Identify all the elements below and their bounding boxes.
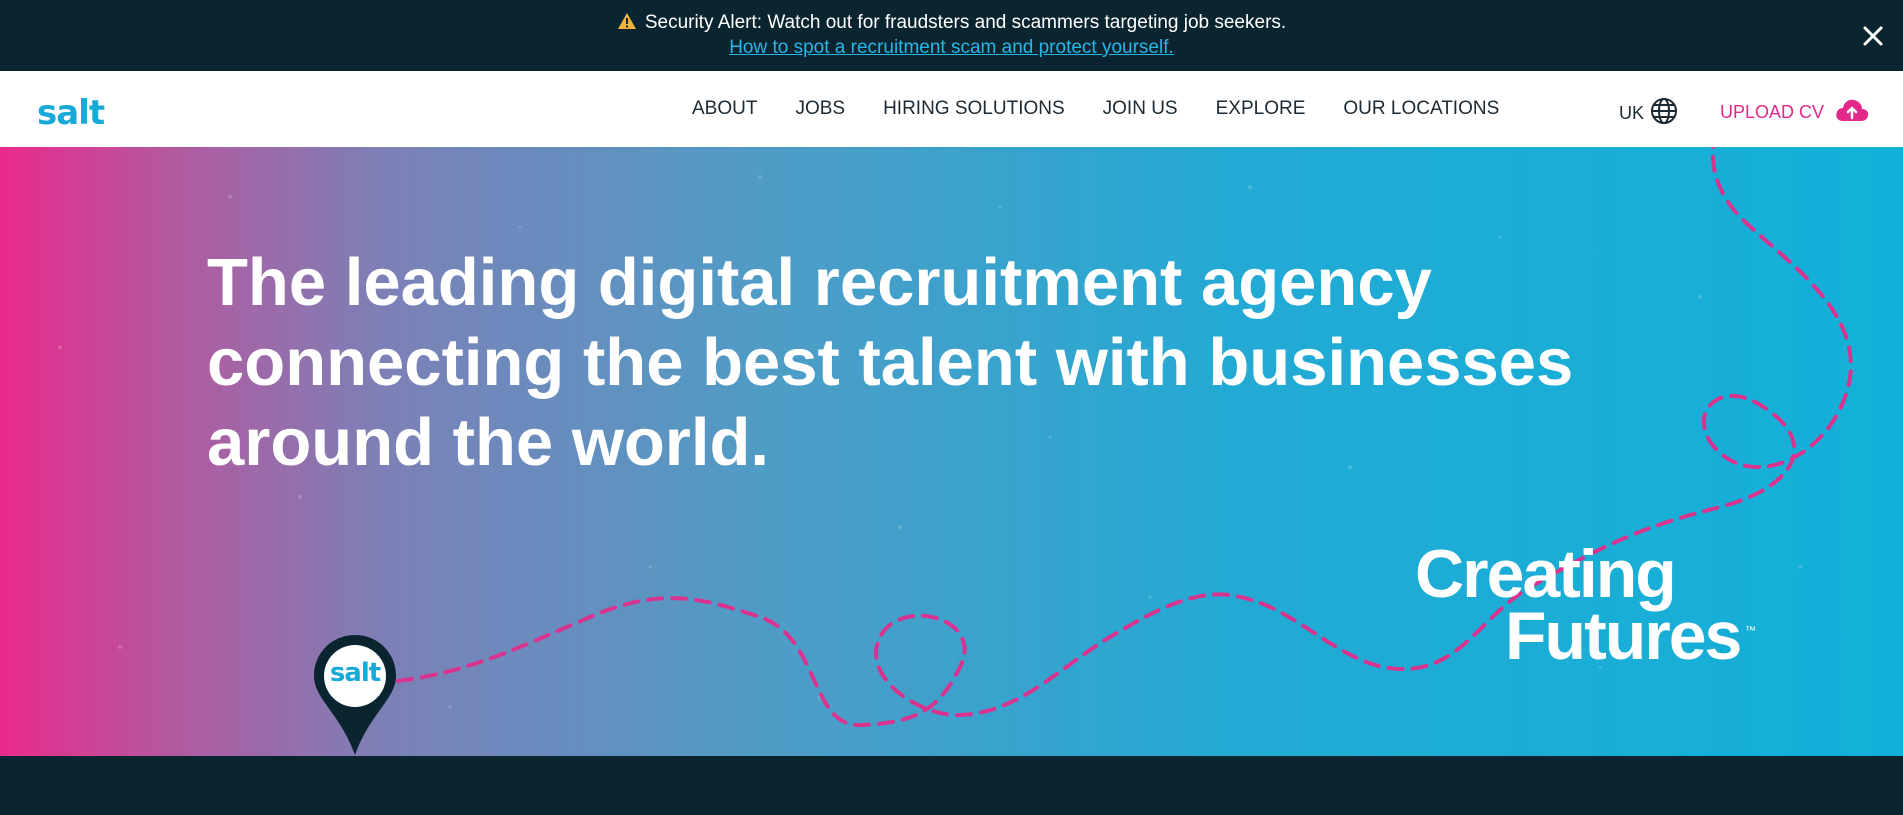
headline-line-2: connecting the best talent with business… — [207, 325, 1574, 400]
alert-message-row: Security Alert: Watch out for fraudsters… — [0, 12, 1903, 36]
nav-about[interactable]: ABOUT — [692, 98, 757, 120]
trademark-mark: ™ — [1745, 625, 1756, 637]
nav-our-locations[interactable]: OUR LOCATIONS — [1343, 98, 1499, 120]
tagline-creating: Creating — [1415, 536, 1677, 612]
region-label: UK — [1619, 103, 1645, 123]
nav-explore[interactable]: EXPLORE — [1216, 98, 1306, 120]
dark-section-start — [0, 756, 1903, 815]
tagline-futures: Futures — [1505, 598, 1742, 674]
nav-join-us[interactable]: JOIN US — [1103, 98, 1178, 120]
alert-message: Security Alert: Watch out for fraudsters… — [644, 12, 1287, 33]
globe-icon — [1650, 97, 1678, 130]
nav-hiring-solutions[interactable]: HIRING SOLUTIONS — [883, 98, 1065, 120]
headline-line-1: The leading digital recruitment agency — [207, 245, 1432, 320]
close-icon[interactable] — [1861, 24, 1885, 48]
security-alert-bar: Security Alert: Watch out for fraudsters… — [0, 0, 1903, 71]
upload-cv-label: UPLOAD CV — [1720, 102, 1825, 122]
primary-nav: ABOUT JOBS HIRING SOLUTIONS JOIN US EXPL… — [692, 98, 1537, 120]
region-selector[interactable]: UK — [1619, 97, 1678, 130]
map-pin-icon — [314, 635, 396, 755]
main-navbar: salt ABOUT JOBS HIRING SOLUTIONS JOIN US… — [0, 71, 1903, 147]
nav-jobs[interactable]: JOBS — [795, 98, 845, 120]
upload-cv-button[interactable]: UPLOAD CV — [1720, 97, 1870, 128]
headline-line-3: around the world. — [207, 405, 770, 480]
pin-salt-logo: salt — [329, 658, 381, 688]
scam-advice-link[interactable]: How to spot a recruitment scam and prote… — [729, 37, 1174, 58]
hero-banner: The leading digital recruitment agency c… — [0, 147, 1903, 756]
hero-headline: The leading digital recruitment agency c… — [207, 243, 1607, 483]
cloud-upload-icon — [1834, 97, 1870, 128]
salt-logo[interactable]: salt — [37, 93, 105, 133]
warning-icon — [617, 12, 637, 36]
